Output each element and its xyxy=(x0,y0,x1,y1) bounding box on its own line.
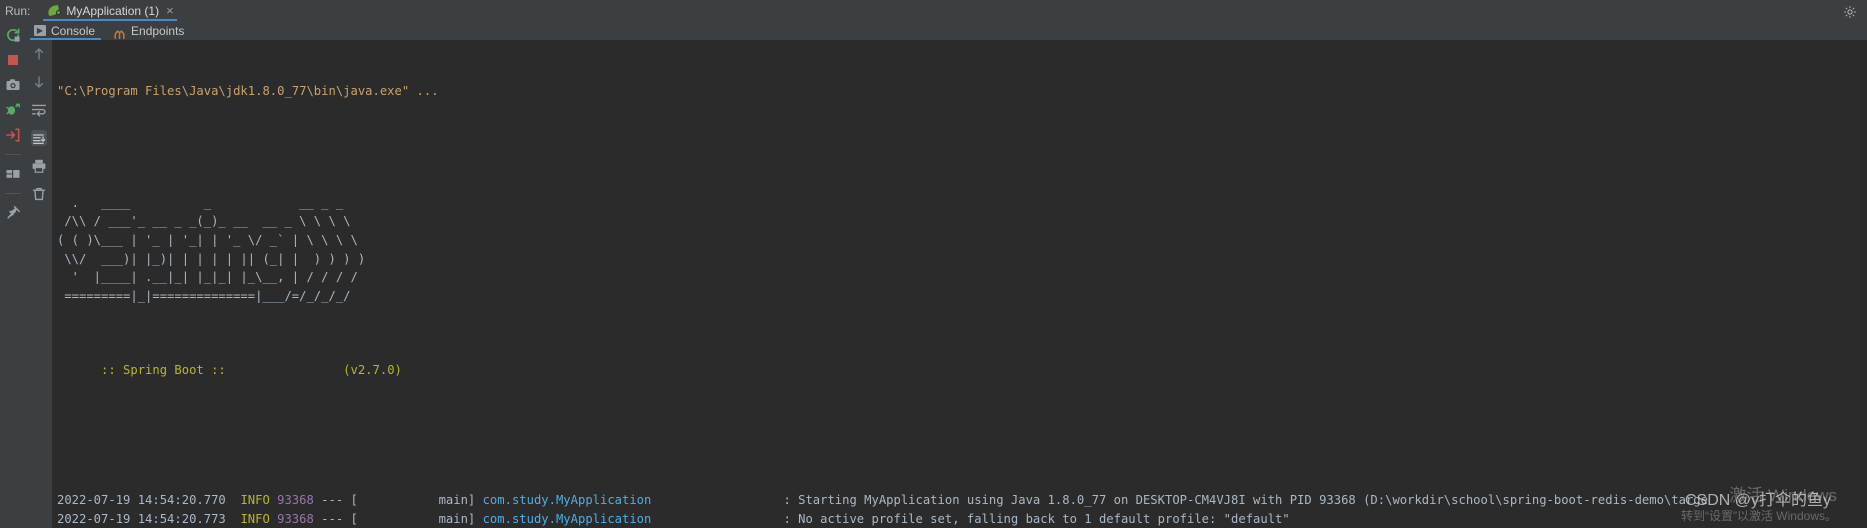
spring-leaf-icon xyxy=(47,4,62,17)
soft-wrap-icon[interactable] xyxy=(31,102,47,118)
run-tab-myapplication[interactable]: MyApplication (1) × xyxy=(40,0,179,21)
console-output[interactable]: "C:\Program Files\Java\jdk1.8.0_77\bin\j… xyxy=(52,40,1867,528)
log-line: 2022-07-19 14:54:20.773 INFO 93368 --- [… xyxy=(57,510,1867,528)
run-toolbar: Run: MyApplication (1) × xyxy=(0,0,1867,21)
log-thread: [ main] xyxy=(350,511,483,526)
scroll-down-icon[interactable] xyxy=(31,74,47,90)
log-separator: --- xyxy=(321,493,351,508)
log-pid: 93368 xyxy=(277,511,322,526)
log-message: : No active profile set, falling back to… xyxy=(783,511,1290,526)
tab-endpoints[interactable]: Endpoints xyxy=(105,21,194,40)
camera-icon[interactable] xyxy=(5,77,21,93)
toolbar-divider xyxy=(5,154,21,155)
import-icon[interactable] xyxy=(5,127,21,143)
log-lines-container: 2022-07-19 14:54:20.770 INFO 93368 --- [… xyxy=(57,491,1867,528)
spring-boot-banner: . ____ _ __ _ _ /\\ / ___'_ __ _ _(_)_ _… xyxy=(57,195,366,303)
scroll-to-end-icon[interactable] xyxy=(31,130,47,146)
console-actions-toolbar xyxy=(26,40,52,528)
close-icon[interactable]: × xyxy=(164,4,174,17)
stop-icon[interactable] xyxy=(5,52,21,68)
log-logger: com.study.MyApplication xyxy=(482,511,784,526)
scroll-up-icon[interactable] xyxy=(31,46,47,62)
log-message: : Starting MyApplication using Java 1.8.… xyxy=(783,493,1708,508)
endpoints-icon xyxy=(113,25,126,39)
console-tab-strip: ▶ Console Endpoints xyxy=(26,21,1867,40)
gear-icon[interactable] xyxy=(1843,4,1857,18)
pin-icon[interactable] xyxy=(5,205,21,221)
rerun-icon[interactable] xyxy=(5,27,21,43)
tab-console[interactable]: ▶ Console xyxy=(26,21,105,40)
print-icon[interactable] xyxy=(31,158,47,174)
log-logger: com.study.MyApplication xyxy=(482,493,784,508)
log-separator: --- xyxy=(321,511,351,526)
tab-console-label: Console xyxy=(51,23,96,38)
log-line: 2022-07-19 14:54:20.770 INFO 93368 --- [… xyxy=(57,491,1867,510)
run-actions-toolbar xyxy=(0,21,26,528)
clear-all-icon[interactable] xyxy=(31,186,47,202)
log-timestamp: 2022-07-19 14:54:20.770 xyxy=(57,493,241,508)
console-icon: ▶ xyxy=(34,25,46,36)
toolbar-divider-2 xyxy=(5,193,21,194)
log-level: INFO xyxy=(240,493,278,508)
log-thread: [ main] xyxy=(350,493,483,508)
spring-boot-version-line: :: Spring Boot :: (v2.7.0) xyxy=(57,343,1867,399)
debug-icon[interactable] xyxy=(5,102,21,118)
log-pid: 93368 xyxy=(277,493,322,508)
log-timestamp: 2022-07-19 14:54:20.773 xyxy=(57,511,241,526)
tab-endpoints-label: Endpoints xyxy=(131,23,185,38)
run-tab-title: MyApplication (1) xyxy=(66,3,160,18)
run-label: Run: xyxy=(5,3,31,18)
command-line: "C:\Program Files\Java\jdk1.8.0_77\bin\j… xyxy=(57,84,439,99)
layout-icon[interactable] xyxy=(5,166,21,182)
log-level: INFO xyxy=(240,511,278,526)
spring-boot-version: :: Spring Boot :: (v2.7.0) xyxy=(86,363,402,378)
